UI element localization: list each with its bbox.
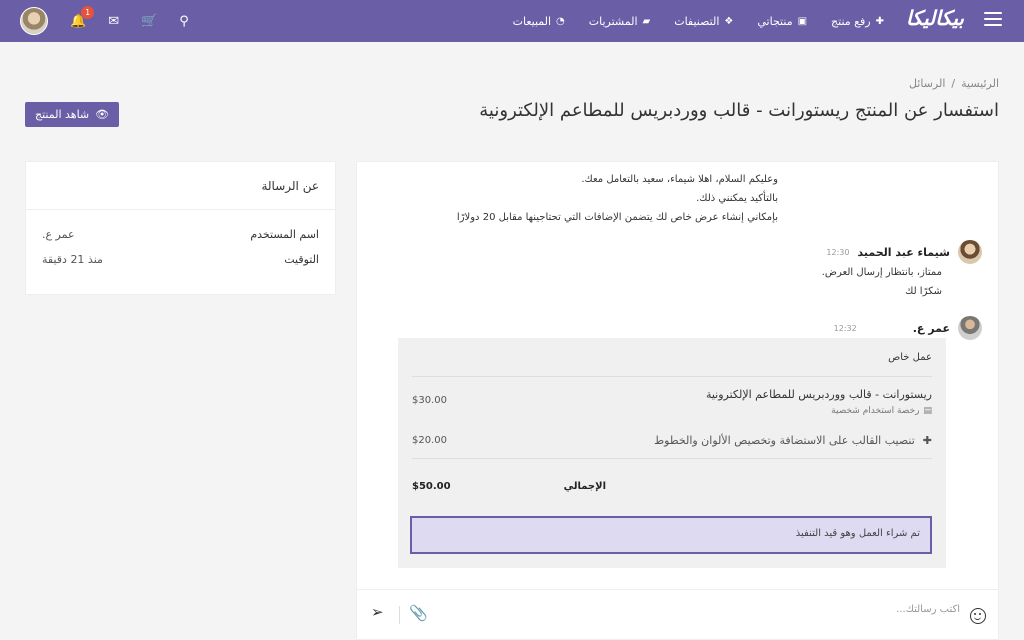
cubes-icon: ❖ [724,15,734,27]
nav-label: المبيعات [512,14,552,28]
message-line: بإمكاني إنشاء عرض خاص لك يتضمن الإضافات … [456,212,778,223]
extra-label: تنصيب القالب على الاستضافة وتخصيص الألوا… [653,434,915,447]
message-line: بالتأكيد يمكنني ذلك. [696,193,778,204]
sender-avatar[interactable] [958,240,982,264]
offer-item-license: ▤ رخصة استخدام شخصية [831,406,932,416]
paperclip-icon[interactable]: 📎 [409,604,428,622]
nav-label: المشتريات [588,14,638,28]
offer-total-label: الإجمالي [563,481,606,492]
breadcrumb-separator: / [951,77,956,90]
offer-item-price: $30.00 [412,395,447,406]
message-line: ممتاز، بانتظار إرسال العرض. [821,267,942,278]
breadcrumb-home[interactable]: الرئيسية [961,77,999,90]
offer-item-title[interactable]: ريستورانت - قالب ووردبريس للمطاعم الإلكت… [706,388,932,401]
divider [399,606,400,624]
pie-chart-icon: ◔ [556,15,565,27]
site-logo[interactable]: بيكاليكا [906,6,965,30]
folder-icon: ▰ [642,15,651,27]
nav-my-products[interactable]: ▣ منتجاتي [757,15,807,28]
about-value: منذ 21 دقيقة [42,253,103,266]
message-line: وعليكم السلام، اهلا شيماء، سعيد بالتعامل… [581,174,778,185]
message-input[interactable] [500,604,960,615]
bell-icon[interactable]: 🔔 1 [70,5,95,29]
top-navbar: بيكاليكا ✚ رفع منتج ▣ منتجاتي ❖ التصنيفات ▰… [0,0,1024,42]
nav-label: التصنيفات [674,14,720,28]
file-icon: ▤ [923,406,932,416]
about-value: عمر ع. [42,228,75,241]
about-panel-title: عن الرسالة [26,162,335,210]
user-tools: 🔔 1 ✉ 🛒 ⚲ [20,0,189,42]
sender-name[interactable]: عمر ع. [913,322,950,335]
notification-badge: 1 [81,5,95,19]
message-line: شكرًا لك [905,286,942,297]
message-composer: 📎 ➢ [357,589,998,639]
briefcase-icon: ▣ [797,15,808,27]
breadcrumb-current[interactable]: الرسائل [909,77,945,90]
sender-name[interactable]: شيماء عبد الحميد [857,246,950,259]
cart-icon[interactable]: 🛒 [141,14,157,29]
offer-status-banner: تم شراء العمل وهو قيد التنفيذ [410,516,932,554]
offer-extra-price: $20.00 [412,435,447,446]
envelope-icon[interactable]: ✉ [108,14,119,29]
about-row-time: التوقيت منذ 21 دقيقة [26,253,335,266]
about-label: التوقيت [284,253,319,266]
about-message-panel: عن الرسالة اسم المستخدم عمر ع. التوقيت م… [25,161,336,295]
main-menu: ✚ رفع منتج ▣ منتجاتي ❖ التصنيفات ▰ المشتريات… [513,0,884,42]
user-avatar[interactable] [20,7,48,35]
hamburger-menu-icon[interactable] [984,12,1002,30]
plus-icon: ✚ [875,15,884,27]
about-row-username: اسم المستخدم عمر ع. [26,228,335,241]
message-time: 12:30 [826,247,850,257]
plus-icon: ✚ [922,434,932,447]
send-icon[interactable]: ➢ [371,603,384,621]
offer-title: عمل خاص [888,352,932,363]
nav-label: منتجاتي [757,14,793,28]
message-continuation: وعليكم السلام، اهلا شيماء، سعيد بالتعامل… [457,170,778,227]
sender-avatar[interactable] [958,316,982,340]
message-time: 12:32 [833,323,857,333]
breadcrumb: الرئيسية / الرسائل [909,77,999,90]
custom-offer-card: عمل خاص ريستورانت - قالب ووردبريس للمطاع… [398,338,946,568]
view-product-label: شاهد المنتج [35,108,90,121]
offer-extra: ✚ تنصيب القالب على الاستضافة وتخصيص الأل… [654,434,932,447]
page-title: استفسار عن المنتج ريستورانت - قالب ووردب… [479,100,999,121]
message-header: شيماء عبد الحميد 12:30 [826,240,982,264]
divider [412,376,932,377]
nav-upload-product[interactable]: ✚ رفع منتج [831,15,884,28]
nav-purchases[interactable]: ▰ المشتريات [589,15,650,28]
emoji-icon[interactable] [970,608,986,624]
license-label: رخصة استخدام شخصية [831,406,920,416]
nav-sales[interactable]: ◔ المبيعات [513,15,565,28]
divider [412,458,932,459]
search-icon[interactable]: ⚲ [179,14,189,29]
nav-label: رفع منتج [831,14,871,28]
eye-icon: 👁 [95,108,110,121]
message-body: ممتاز، بانتظار إرسال العرض. شكرًا لك [822,263,942,301]
offer-total: $50.00 [412,481,451,492]
message-header: عمر ع. 12:32 [834,316,982,340]
view-product-button[interactable]: 👁 شاهد المنتج [25,102,120,127]
nav-categories[interactable]: ❖ التصنيفات [674,15,733,28]
chat-panel: وعليكم السلام، اهلا شيماء، سعيد بالتعامل… [356,161,999,640]
about-label: اسم المستخدم [250,228,319,241]
